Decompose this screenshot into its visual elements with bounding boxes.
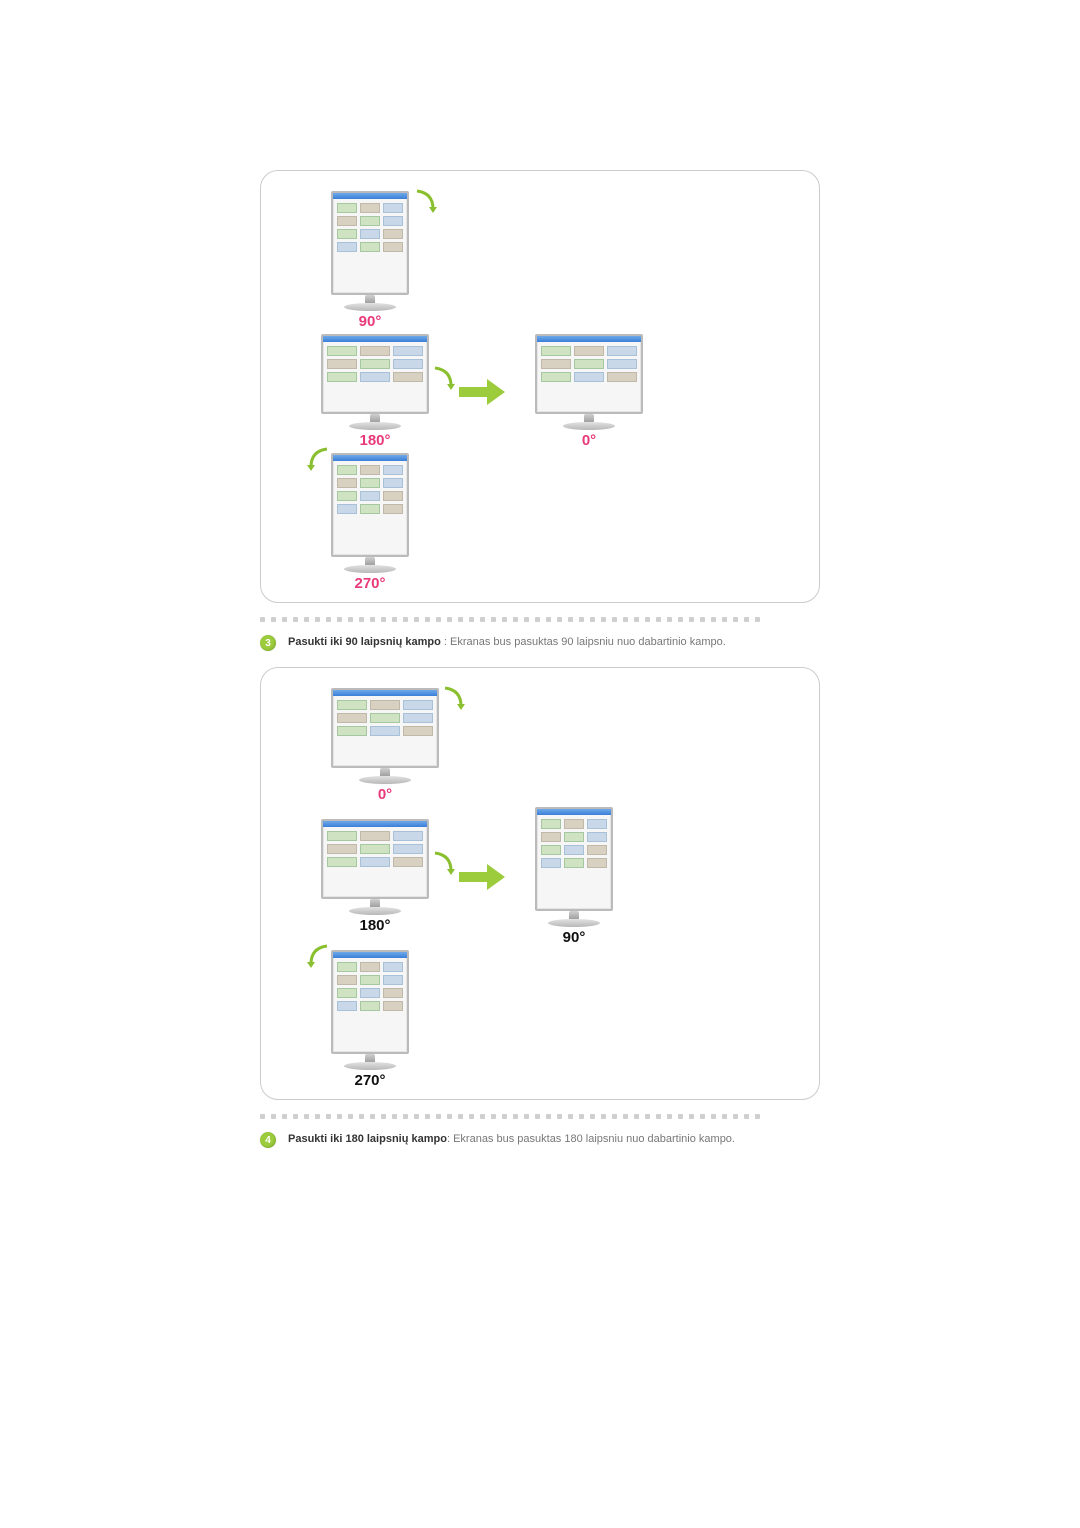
degree-label: 0° [378,786,392,803]
arrow-icon [457,377,507,407]
caption-rest: Ekranas bus pasuktas 90 laipsniu nuo dab… [450,636,726,648]
caption-bold: Pasukti iki 180 laipsnių kampo [288,1133,447,1145]
monitor-180 [321,819,429,915]
monitor-90 [535,807,613,927]
figure-rotate-180: 0° 180° [260,667,820,1100]
figure-rotate-90: 90° 180° [260,170,820,603]
separator [260,613,820,634]
monitor-0 [331,688,439,784]
caption-rest: Ekranas bus pasuktas 180 laipsniu nuo da… [453,1133,735,1145]
caption-90: 3 Pasukti iki 90 laipsnių kampo : Ekrana… [260,634,820,651]
degree-label: 270° [354,575,385,592]
degree-label: 0° [582,432,596,449]
monitor-90 [331,191,409,311]
bullet-number: 3 [260,635,276,651]
monitor-180 [321,334,429,430]
monitor-0 [535,334,643,430]
degree-label: 90° [563,929,586,946]
bullet-number: 4 [260,1132,276,1148]
caption-bold: Pasukti iki 90 laipsnių kampo [288,636,441,648]
caption-180: 4 Pasukti iki 180 laipsnių kampo: Ekrana… [260,1131,820,1148]
degree-label: 180° [359,917,390,934]
degree-label: 270° [354,1072,385,1089]
monitor-270 [331,453,409,573]
arrow-icon [457,862,507,892]
monitor-270 [331,950,409,1070]
degree-label: 90° [359,313,382,330]
separator [260,1110,820,1131]
degree-label: 180° [359,432,390,449]
